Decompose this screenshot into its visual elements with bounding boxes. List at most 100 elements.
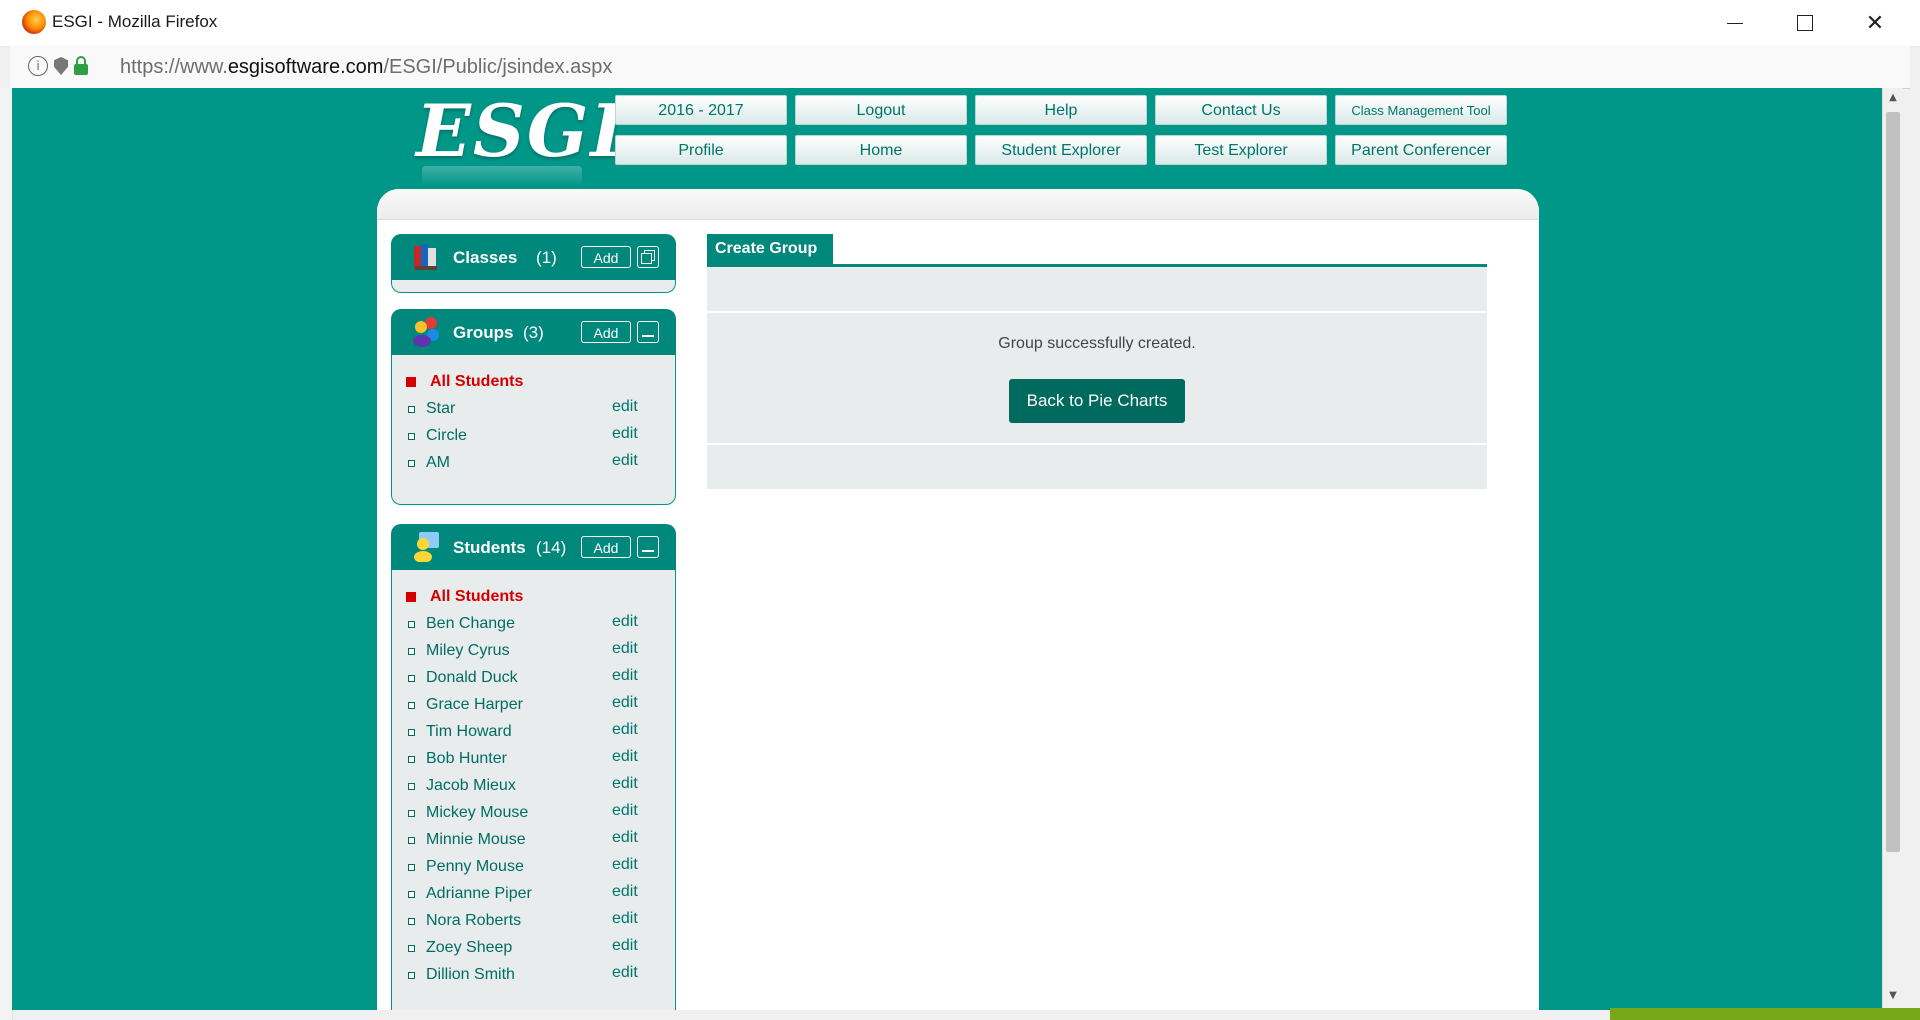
groups-count: (3) <box>523 323 544 342</box>
bullet-icon <box>408 837 415 844</box>
back-to-pie-charts-button[interactable]: Back to Pie Charts <box>1009 379 1185 423</box>
student-name-link[interactable]: Donald Duck <box>426 669 518 687</box>
classes-header: Classes (1) Add <box>391 234 676 280</box>
tab-create-group[interactable]: Create Group <box>707 234 833 264</box>
scrollbar-thumb[interactable] <box>1886 112 1900 852</box>
edit-student-link[interactable]: edit <box>612 721 638 739</box>
edit-student-link[interactable]: edit <box>612 775 638 793</box>
right-window-edge <box>1912 88 1920 1020</box>
student-item: Penny Mouse edit <box>392 854 675 881</box>
url-prefix: https://www. <box>120 56 228 78</box>
esgi-logo[interactable]: ESGI <box>416 88 624 178</box>
close-button[interactable]: ✕ <box>1840 0 1910 46</box>
lock-icon[interactable] <box>74 55 88 75</box>
test-explorer-button[interactable]: Test Explorer <box>1155 135 1327 165</box>
edit-student-link[interactable]: edit <box>612 613 638 631</box>
bullet-icon <box>408 864 415 871</box>
student-item: Nora Roberts edit <box>392 908 675 935</box>
bullet-icon <box>408 433 415 440</box>
edit-group-link[interactable]: edit <box>612 452 638 470</box>
student-all-students[interactable]: All Students <box>392 584 675 611</box>
student-item: Adrianne Piper edit <box>392 881 675 908</box>
student-name-link[interactable]: Jacob Mieux <box>426 777 516 795</box>
edit-group-link[interactable]: edit <box>612 425 638 443</box>
bullet-icon <box>408 756 415 763</box>
school-year-button[interactable]: 2016 - 2017 <box>615 95 787 125</box>
vertical-scrollbar[interactable]: ▲ ▼ <box>1882 88 1903 1010</box>
student-name-link[interactable]: Bob Hunter <box>426 750 507 768</box>
firefox-icon <box>22 10 46 34</box>
scroll-up-arrow-icon[interactable]: ▲ <box>1886 92 1900 108</box>
students-header: Students (14) Add <box>391 524 676 570</box>
group-all-students[interactable]: All Students <box>392 369 675 396</box>
help-button[interactable]: Help <box>975 95 1147 125</box>
group-item: Circle edit <box>392 423 675 450</box>
edit-student-link[interactable]: edit <box>612 694 638 712</box>
edit-student-link[interactable]: edit <box>612 748 638 766</box>
bullet-icon <box>408 621 415 628</box>
contact-us-button[interactable]: Contact Us <box>1155 95 1327 125</box>
add-student-button[interactable]: Add <box>581 536 631 558</box>
edit-group-link[interactable]: edit <box>612 398 638 416</box>
edit-student-link[interactable]: edit <box>612 964 638 982</box>
student-name-link[interactable]: Zoey Sheep <box>426 939 512 957</box>
group-name-link[interactable]: AM <box>426 454 450 472</box>
students-widget: Students (14) Add All Students Ben Chang… <box>391 524 676 1010</box>
group-name-link[interactable]: Circle <box>426 427 467 445</box>
edit-student-link[interactable]: edit <box>612 910 638 928</box>
bullet-icon <box>408 729 415 736</box>
group-item: Star edit <box>392 396 675 423</box>
bullet-icon <box>408 891 415 898</box>
browser-window: ESGI - Mozilla Firefox ✕ i https://www.e… <box>0 0 1920 1020</box>
student-name-link[interactable]: Mickey Mouse <box>426 804 528 822</box>
student-name-link[interactable]: Penny Mouse <box>426 858 524 876</box>
minimize-icon <box>642 550 654 552</box>
logout-button[interactable]: Logout <box>795 95 967 125</box>
scroll-down-arrow-icon[interactable]: ▼ <box>1886 990 1900 1006</box>
student-name-link[interactable]: Adrianne Piper <box>426 885 532 903</box>
edit-student-link[interactable]: edit <box>612 802 638 820</box>
maximize-button[interactable] <box>1770 0 1840 46</box>
class-management-tool-button[interactable]: Class Management Tool <box>1335 95 1507 125</box>
student-explorer-button[interactable]: Student Explorer <box>975 135 1147 165</box>
minimize-button[interactable] <box>1700 0 1770 46</box>
all-students-link[interactable]: All Students <box>430 373 523 391</box>
student-name-link[interactable]: Ben Change <box>426 615 515 633</box>
student-name-link[interactable]: Dillion Smith <box>426 966 515 984</box>
address-bar[interactable]: i https://www.esgisoftware.com/ESGI/Publ… <box>10 46 1910 89</box>
shield-icon[interactable] <box>54 57 68 75</box>
parent-conferencer-button[interactable]: Parent Conferencer <box>1335 135 1507 165</box>
student-item: Donald Duck edit <box>392 665 675 692</box>
home-button[interactable]: Home <box>795 135 967 165</box>
url-text[interactable]: https://www.esgisoftware.com/ESGI/Public… <box>120 56 612 79</box>
student-item: Minnie Mouse edit <box>392 827 675 854</box>
student-name-link[interactable]: Tim Howard <box>426 723 512 741</box>
collapse-students-button[interactable] <box>637 536 659 558</box>
logo-reflection <box>422 166 582 186</box>
classes-body <box>391 280 676 293</box>
classes-widget: Classes (1) Add <box>391 234 676 293</box>
info-icon[interactable]: i <box>28 56 48 76</box>
expand-classes-button[interactable] <box>637 246 659 268</box>
student-name-link[interactable]: Minnie Mouse <box>426 831 526 849</box>
add-group-button[interactable]: Add <box>581 321 631 343</box>
add-class-button[interactable]: Add <box>581 246 631 268</box>
group-name-link[interactable]: Star <box>426 400 455 418</box>
student-name-link[interactable]: Nora Roberts <box>426 912 521 930</box>
edit-student-link[interactable]: edit <box>612 667 638 685</box>
edit-student-link[interactable]: edit <box>612 937 638 955</box>
profile-button[interactable]: Profile <box>615 135 787 165</box>
groups-title: Groups <box>453 323 514 342</box>
student-name-link[interactable]: Grace Harper <box>426 696 523 714</box>
collapse-groups-button[interactable] <box>637 321 659 343</box>
bullet-icon <box>408 783 415 790</box>
message-area: Group successfully created. Back to Pie … <box>707 313 1487 443</box>
all-students-link[interactable]: All Students <box>430 588 523 606</box>
edit-student-link[interactable]: edit <box>612 856 638 874</box>
classes-count: (1) <box>536 248 557 267</box>
students-icon <box>414 532 439 562</box>
student-name-link[interactable]: Miley Cyrus <box>426 642 510 660</box>
edit-student-link[interactable]: edit <box>612 883 638 901</box>
edit-student-link[interactable]: edit <box>612 640 638 658</box>
edit-student-link[interactable]: edit <box>612 829 638 847</box>
